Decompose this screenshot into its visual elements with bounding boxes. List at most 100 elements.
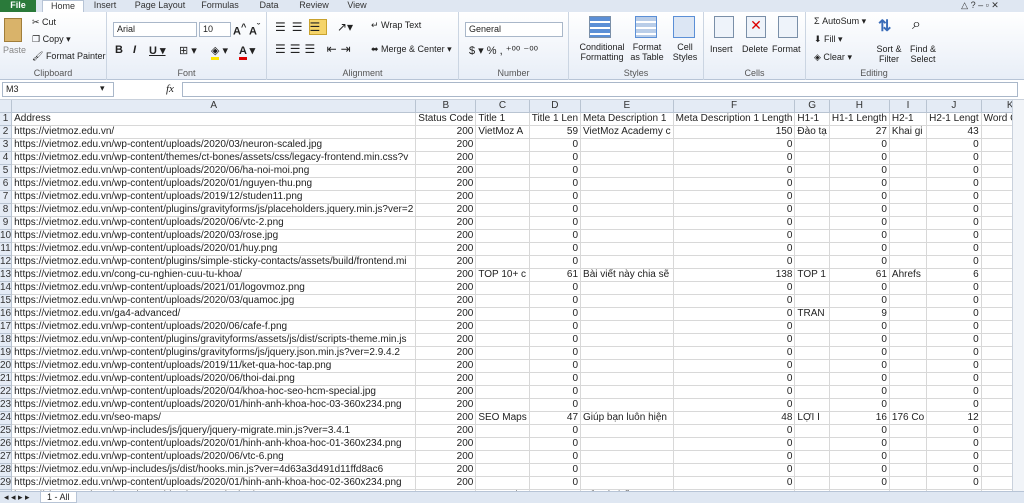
row-header[interactable]: 21 [0, 372, 13, 386]
cell-d[interactable]: 61 [529, 268, 582, 282]
cell-k[interactable]: 0 [981, 177, 1012, 191]
cell-g[interactable] [794, 398, 830, 412]
number-format-select[interactable]: General [465, 22, 563, 37]
cell-a[interactable]: https://vietmoz.edu.vn/wp-content/upload… [11, 281, 417, 295]
cell-j[interactable]: 0 [926, 255, 982, 269]
cell-j[interactable]: 0 [926, 437, 982, 451]
cell-a[interactable]: Address [11, 112, 417, 126]
select-all-corner[interactable] [0, 100, 13, 113]
cell-e[interactable] [580, 320, 674, 334]
row-header[interactable]: 11 [0, 242, 13, 256]
cell-g[interactable] [794, 216, 830, 230]
cell-g[interactable] [794, 476, 830, 490]
cell-b[interactable]: 200 [415, 190, 477, 204]
cell-i[interactable] [889, 450, 928, 464]
cell-d[interactable]: 0 [529, 255, 582, 269]
cell-j[interactable]: 0 [926, 151, 982, 165]
cell-g[interactable] [794, 450, 830, 464]
cell-h[interactable]: 0 [829, 177, 890, 191]
column-header-e[interactable]: E [580, 100, 674, 113]
cell-k[interactable]: 0 [981, 476, 1012, 490]
column-header-d[interactable]: D [529, 100, 582, 113]
cell-a[interactable]: https://vietmoz.edu.vn/seo-maps/ [11, 411, 417, 425]
cell-b[interactable]: 200 [415, 177, 477, 191]
cell-h[interactable]: 0 [829, 398, 890, 412]
cell-f[interactable]: 0 [673, 437, 796, 451]
cell-c[interactable] [475, 151, 530, 165]
cell-g[interactable] [794, 151, 830, 165]
cell-e[interactable]: Meta Description 1 [580, 112, 674, 126]
cell-k[interactable]: 2021 [981, 411, 1012, 425]
cell-c[interactable] [475, 320, 530, 334]
cell-g[interactable]: TRAN [794, 307, 830, 321]
cell-e[interactable] [580, 242, 674, 256]
cell-b[interactable]: 200 [415, 437, 477, 451]
tab-insert[interactable]: Insert [90, 0, 120, 12]
cell-e[interactable] [580, 463, 674, 477]
row-header[interactable]: 5 [0, 164, 13, 178]
column-header-j[interactable]: J [926, 100, 982, 113]
cell-j[interactable]: H2-1 Lengt [926, 112, 982, 126]
formula-input[interactable] [182, 82, 1018, 97]
autosum-button[interactable]: Σ AutoSum ▾ [814, 16, 866, 27]
cell-c[interactable] [475, 450, 530, 464]
cell-d[interactable]: 0 [529, 372, 582, 386]
cell-e[interactable] [580, 359, 674, 373]
cell-g[interactable] [794, 138, 830, 152]
cell-b[interactable]: 200 [415, 411, 477, 425]
cell-d[interactable]: 47 [529, 411, 582, 425]
cell-d[interactable]: 0 [529, 320, 582, 334]
cell-j[interactable]: 0 [926, 216, 982, 230]
cell-f[interactable]: 0 [673, 333, 796, 347]
cell-e[interactable] [580, 476, 674, 490]
cell-k[interactable]: 3342 [981, 307, 1012, 321]
cell-g[interactable] [794, 190, 830, 204]
cell-i[interactable] [889, 164, 928, 178]
cell-i[interactable] [889, 463, 928, 477]
name-box[interactable]: M3 [2, 82, 114, 97]
cell-c[interactable] [475, 216, 530, 230]
orientation-button[interactable]: ↗▾ [337, 20, 353, 34]
cell-i[interactable]: Ahrefs [889, 268, 928, 282]
cell-b[interactable]: 200 [415, 203, 477, 217]
cell-i[interactable] [889, 203, 928, 217]
cell-g[interactable] [794, 164, 830, 178]
cell-a[interactable]: https://vietmoz.edu.vn/wp-content/plugin… [11, 333, 417, 347]
cell-e[interactable] [580, 398, 674, 412]
format-button[interactable]: Format [772, 44, 801, 54]
cell-e[interactable] [580, 151, 674, 165]
fill-color-button[interactable]: ◈ ▾ [211, 44, 228, 60]
cell-e[interactable] [580, 294, 674, 308]
cell-j[interactable]: 0 [926, 450, 982, 464]
cell-h[interactable]: 0 [829, 203, 890, 217]
cell-c[interactable] [475, 398, 530, 412]
cell-f[interactable]: 0 [673, 320, 796, 334]
horizontal-align-buttons[interactable]: ☰☰☰ ⇤⇥ [275, 42, 355, 56]
column-header-a[interactable]: A [11, 100, 417, 113]
cell-d[interactable]: 0 [529, 463, 582, 477]
cell-i[interactable] [889, 424, 928, 438]
cell-k[interactable]: 1942 [981, 125, 1012, 139]
cell-d[interactable]: 0 [529, 476, 582, 490]
cell-c[interactable] [475, 138, 530, 152]
window-controls[interactable]: △ ? – ▫ ✕ [940, 0, 1020, 12]
cell-a[interactable]: https://vietmoz.edu.vn/wp-content/upload… [11, 372, 417, 386]
cell-c[interactable] [475, 346, 530, 360]
row-header[interactable]: 8 [0, 203, 13, 217]
cell-i[interactable] [889, 385, 928, 399]
cell-k[interactable]: 0 [981, 463, 1012, 477]
cell-k[interactable]: 0 [981, 229, 1012, 243]
cell-g[interactable] [794, 203, 830, 217]
cell-b[interactable]: 200 [415, 476, 477, 490]
tab-formulas[interactable]: Formulas [198, 0, 242, 12]
cell-d[interactable]: 0 [529, 437, 582, 451]
tab-home[interactable]: Home [42, 0, 84, 12]
italic-button[interactable]: I [133, 44, 136, 56]
cell-j[interactable]: 0 [926, 476, 982, 490]
cell-h[interactable]: 0 [829, 359, 890, 373]
cell-i[interactable] [889, 229, 928, 243]
cell-a[interactable]: https://vietmoz.edu.vn/wp-content/plugin… [11, 255, 417, 269]
cell-a[interactable]: https://vietmoz.edu.vn/wp-content/themes… [11, 151, 417, 165]
cell-f[interactable]: 0 [673, 346, 796, 360]
cell-d[interactable]: 0 [529, 307, 582, 321]
